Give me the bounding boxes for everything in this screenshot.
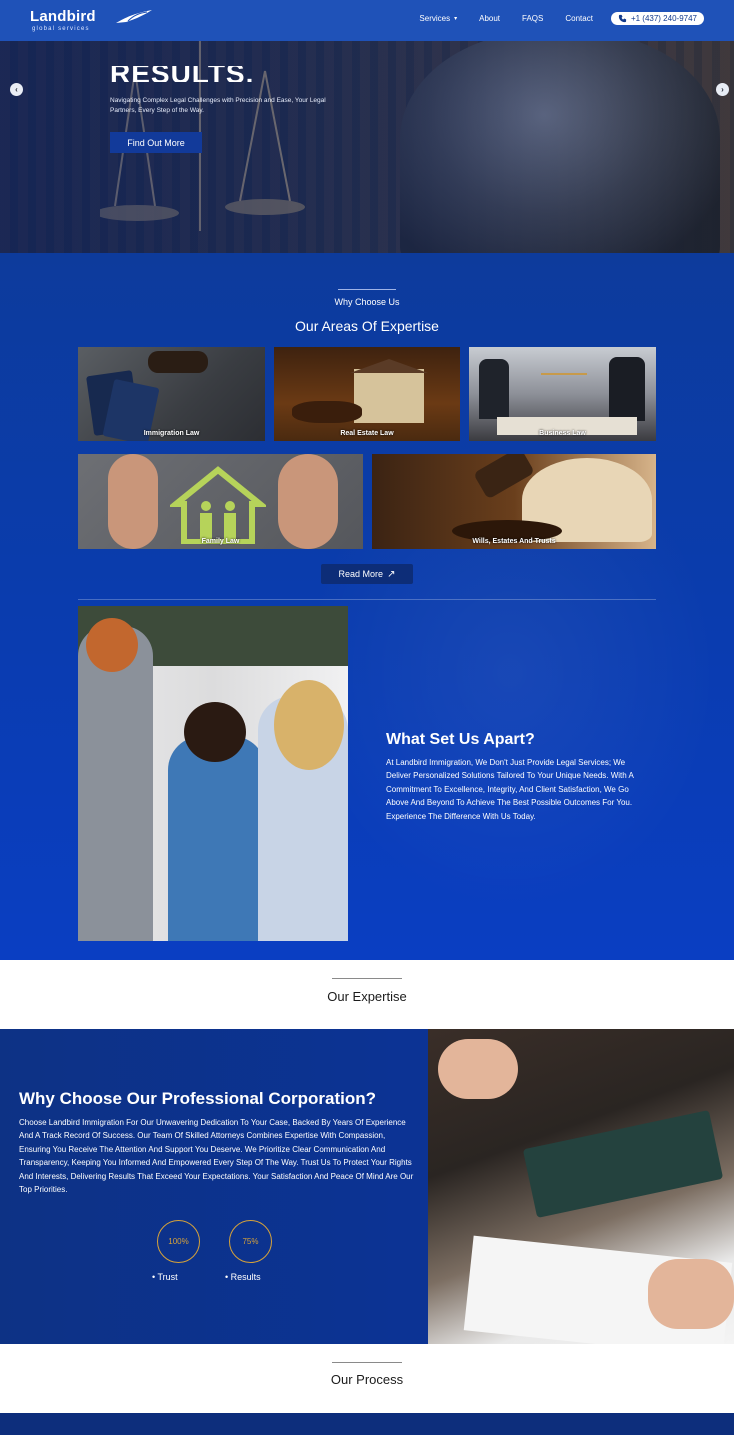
chevron-down-icon: ▾ — [454, 16, 458, 22]
gavel-image — [148, 351, 208, 373]
card-label: Family Law — [201, 538, 240, 545]
areas-of-expertise-section: Why Choose Us Our Areas Of Expertise Imm… — [0, 253, 734, 960]
why-choose-section: Why Choose Our Professional Corporation?… — [0, 1029, 734, 1344]
nav-links: Services ▾ About FAQS Contact +1 (437) 2… — [397, 12, 704, 25]
read-more-label: Read More — [338, 569, 384, 579]
slider-next-button[interactable]: › — [716, 83, 729, 96]
team-photo — [78, 606, 348, 941]
house-roof — [350, 359, 428, 373]
card-real-estate-law[interactable]: Real Estate Law — [274, 347, 460, 441]
why-choose-text: Choose Landbird Immigration For Our Unwa… — [19, 1118, 414, 1195]
nav-services-label: Services — [419, 14, 451, 23]
top-navbar: Landbird global services Services ▾ Abou… — [0, 0, 734, 41]
card-business-law[interactable]: Business Law — [469, 347, 656, 441]
chevron-left-icon: ‹ — [15, 85, 18, 94]
nav-services[interactable]: Services ▾ — [419, 14, 457, 23]
card-family-law[interactable]: Family Law — [78, 454, 363, 549]
trust-stat-value: 100% — [168, 1237, 189, 1246]
what-sets-us-apart-text: At Landbird Immigration, We Don't Just P… — [386, 758, 634, 821]
phone-icon — [618, 14, 627, 23]
man-hair — [86, 618, 138, 672]
card-immigration-law[interactable]: Immigration Law — [78, 347, 265, 441]
hand-image — [438, 1039, 518, 1099]
our-process-section: Our Process — [0, 1344, 734, 1413]
business-person-2 — [609, 357, 645, 421]
phone-button[interactable]: +1 (437) 240-9747 — [610, 12, 704, 25]
card-label: Wills, Estates And Trusts — [472, 538, 556, 545]
arrow-up-right-icon: ↗ — [387, 568, 396, 580]
results-stat-label: • Results — [225, 1272, 261, 1282]
logo-subtext: global services — [32, 26, 90, 32]
business-person — [479, 359, 509, 419]
section-divider — [332, 1362, 402, 1363]
section-divider — [332, 978, 402, 979]
results-stat-value: 75% — [242, 1237, 259, 1246]
bird-icon — [116, 10, 152, 23]
house-model-image — [354, 369, 424, 423]
section-title: Our Areas Of Expertise — [295, 318, 439, 334]
slider-prev-button[interactable]: ‹ — [10, 83, 23, 96]
what-sets-us-apart-title: What Set Us Apart? — [386, 731, 535, 748]
why-choose-title: Why Choose Our Professional Corporation? — [19, 1089, 377, 1108]
our-expertise-title: Our Expertise — [327, 989, 407, 1004]
results-stat-ring: 75% — [229, 1220, 272, 1263]
card-wills-estates-trusts[interactable]: Wills, Estates And Trusts — [372, 454, 656, 549]
trust-stat-label: • Trust — [152, 1272, 178, 1282]
hand-right — [278, 454, 338, 549]
card-label: Immigration Law — [143, 430, 200, 437]
section-divider — [338, 289, 396, 290]
nav-about[interactable]: About — [479, 14, 500, 23]
logo[interactable]: Landbird global services — [30, 8, 152, 34]
card-label: Business Law — [539, 430, 586, 437]
section-divider-2 — [78, 599, 656, 600]
results-label-text: Results — [230, 1272, 261, 1282]
family-house-image — [170, 466, 266, 544]
scale-image — [541, 373, 587, 413]
hand-left — [108, 454, 158, 549]
gavel-block-image — [292, 401, 362, 423]
woman-hair — [184, 702, 246, 762]
hand-image-2 — [648, 1259, 734, 1329]
phone-number: +1 (437) 240-9747 — [630, 14, 697, 23]
notebook-image — [522, 1110, 724, 1218]
woman-figure — [168, 736, 266, 941]
card-label: Real Estate Law — [340, 430, 394, 437]
chevron-right-icon: › — [721, 85, 724, 94]
read-more-button[interactable]: Read More ↗ — [321, 564, 413, 584]
find-out-more-button[interactable]: Find Out More — [110, 132, 202, 153]
our-expertise-section: Our Expertise — [0, 960, 734, 1029]
signing-document-photo — [428, 1029, 734, 1344]
logo-text: Landbird — [30, 8, 96, 25]
hero-subtitle: Navigating Complex Legal Challenges with… — [110, 97, 326, 114]
our-process-title: Our Process — [330, 1372, 404, 1387]
trust-label-text: Trust — [157, 1272, 178, 1282]
woman-hair-2 — [274, 680, 344, 770]
next-section-preview — [0, 1413, 734, 1435]
trust-stat-ring: 100% — [157, 1220, 200, 1263]
section-eyebrow: Why Choose Us — [334, 297, 400, 307]
man-figure — [78, 626, 153, 941]
nav-contact[interactable]: Contact — [565, 14, 593, 23]
nav-faqs[interactable]: FAQS — [522, 14, 543, 23]
hero-title: RESULTS. — [110, 66, 255, 82]
hero-slider: RESULTS. Navigating Complex Legal Challe… — [0, 41, 734, 253]
